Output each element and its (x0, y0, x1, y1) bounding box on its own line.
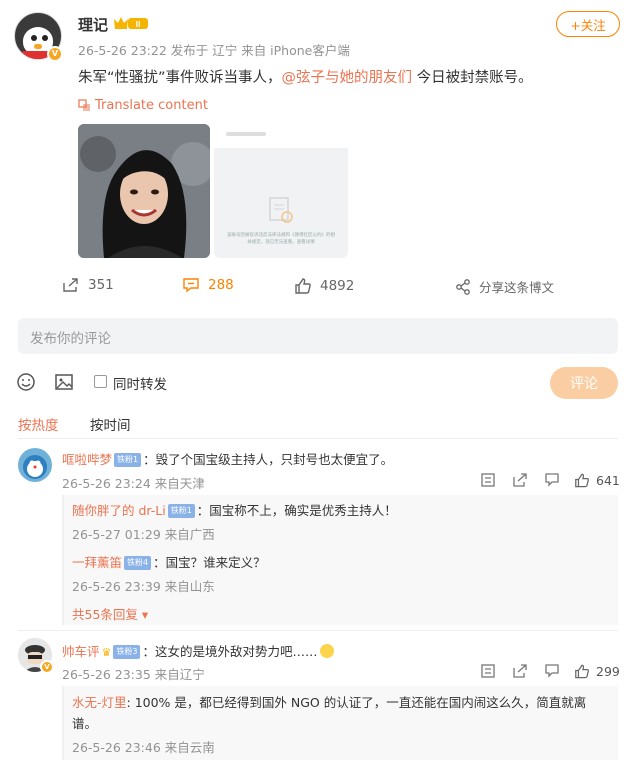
commenter-name[interactable]: 帅车评 (62, 644, 100, 659)
fan-badge: 铁粉4 (124, 556, 152, 570)
reply-time: 26-5-26 23:46 来自云南 (72, 740, 215, 755)
divider (18, 438, 618, 439)
repost-icon[interactable] (512, 472, 528, 488)
replier-name[interactable]: 一拜薰笛 (72, 555, 122, 570)
thumbs-up-icon (295, 278, 311, 294)
comment-avatar[interactable] (18, 448, 52, 482)
thumbs-up-icon (575, 664, 589, 679)
reply-icon[interactable] (544, 663, 560, 679)
emoji-icon (319, 644, 334, 658)
report-icon[interactable] (480, 663, 496, 679)
crown-icon: ♛ (101, 646, 112, 659)
reply-icon[interactable] (544, 472, 560, 488)
comment-button[interactable]: 288 (182, 277, 234, 293)
like-count: 4892 (320, 277, 355, 294)
comment-time: 26-5-26 23:35 来自辽宁 (62, 667, 205, 682)
share-icon (456, 278, 470, 295)
follow-label: +关注 (570, 17, 606, 33)
verified-badge-icon: V (47, 46, 63, 62)
comment-count: 288 (208, 277, 234, 293)
image-notice-text: 该账号因被投诉违反法律法规和《微博社区公约》的相关规定，现已无法查看。查看详情 (227, 233, 335, 245)
share-label: 分享这条博文 (479, 280, 555, 295)
tab-hot[interactable]: 按热度 (18, 414, 59, 434)
comment-like-button[interactable]: 641 (574, 472, 620, 488)
commenter-name[interactable]: 哐啦哔梦 (62, 452, 112, 467)
comment-like-count: 641 (596, 472, 620, 488)
comment-like-button[interactable]: 299 (574, 663, 620, 679)
fan-badge: 铁粉3 (113, 645, 141, 659)
comment-like-count: 299 (596, 663, 620, 679)
svg-text:Ⅲ: Ⅲ (135, 20, 141, 29)
comment-input[interactable]: 发布你的评论 (18, 318, 618, 354)
tab-time[interactable]: 按时间 (90, 414, 131, 434)
divider (18, 630, 618, 631)
submit-comment-button[interactable]: 评论 (550, 367, 618, 399)
comment-body: 帅车评 ♛ 铁粉3 ：这女的是境外敌对势力吧…… (62, 641, 334, 660)
translate-icon (78, 99, 90, 111)
reply-body: 一拜薰笛 铁粉4 ：国宝？谁来定义？ (72, 555, 266, 570)
image-upload-icon[interactable] (54, 372, 74, 392)
repost-count: 351 (88, 277, 114, 293)
more-replies-link[interactable]: 共55条回复 ▾ (72, 604, 148, 623)
verified-badge-icon: V (40, 660, 54, 674)
repost-button[interactable]: 351 (62, 277, 114, 293)
author-name[interactable]: 理记 (78, 14, 108, 35)
repost-icon (63, 278, 78, 292)
repost-checkbox[interactable] (94, 375, 107, 388)
comment-body: 哐啦哔梦 铁粉1 ：毁了个国宝级主持人，只封号也太便宜了。 (62, 452, 394, 467)
comment-time: 26-5-26 23:24 来自天津 (62, 476, 205, 491)
post-text: 朱军“性骚扰”事件败诉当事人，@弦子与她的朋友们 今日被封禁账号。 (78, 70, 533, 86)
crown-level-icon: Ⅲ (114, 17, 148, 29)
post-meta: 26-5-26 23:22 发布于 辽宁 来自 iPhone客户端 (78, 43, 350, 58)
mention-link[interactable]: @弦子与她的朋友们 (282, 70, 413, 86)
follow-button[interactable]: +关注 (556, 11, 620, 37)
fan-badge: 铁粉1 (167, 504, 195, 518)
replier-name[interactable]: 随你胖了的 dr-Li (72, 503, 166, 518)
report-icon[interactable] (480, 472, 496, 488)
share-button[interactable]: 分享这条博文 (455, 277, 554, 296)
emoji-icon[interactable] (16, 372, 36, 392)
reply-body: 随你胖了的 dr-Li 铁粉1 ：国宝称不上，确实是优秀主持人！ (72, 503, 397, 518)
reply-body: 水无-灯里: 100% 是，都已经得到国外 NGO 的认证了，一直还能在国内闹这… (72, 695, 587, 710)
thumbs-up-icon (575, 473, 589, 488)
reply-time: 26-5-27 01:29 来自广西 (72, 527, 215, 542)
like-button[interactable]: 4892 (294, 277, 354, 294)
post-image-portrait[interactable] (78, 124, 210, 258)
fan-badge: 铁粉1 (114, 453, 142, 467)
replier-name[interactable]: 水无-灯里 (72, 695, 127, 710)
repost-icon[interactable] (512, 663, 528, 679)
translate-label: Translate content (95, 98, 208, 113)
reply-time: 26-5-26 23:39 来自山东 (72, 579, 215, 594)
reply-body-continued: 谱。 (72, 716, 98, 731)
comment-icon (183, 278, 199, 293)
repost-checkbox-label: 同时转发 (113, 377, 167, 393)
document-icon (269, 197, 293, 223)
translate-button[interactable]: Translate content (78, 98, 208, 113)
post-image-notice[interactable]: 该账号因被投诉违反法律法规和《微博社区公约》的相关规定，现已无法查看。查看详情 (214, 124, 348, 258)
